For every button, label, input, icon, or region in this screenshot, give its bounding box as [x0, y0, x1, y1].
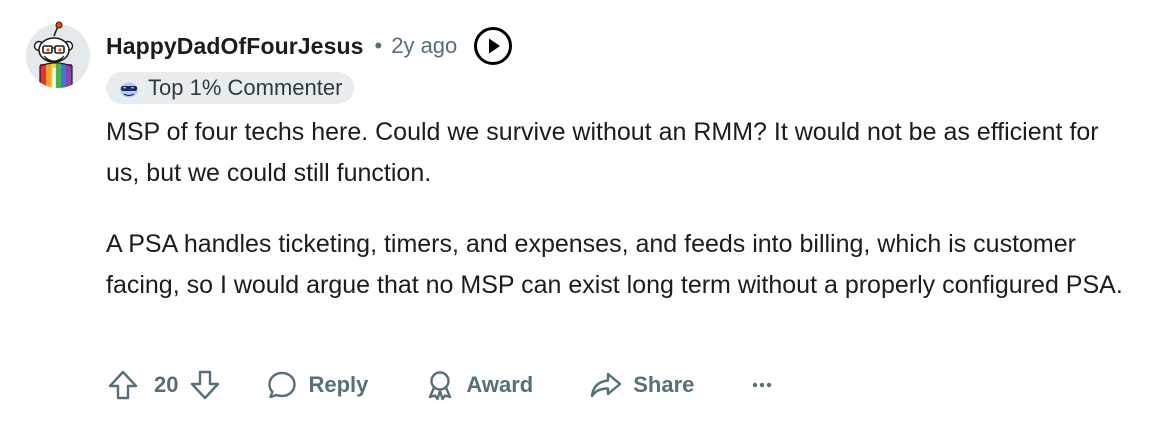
play-circle-icon: [474, 27, 513, 65]
share-button[interactable]: Share: [589, 369, 694, 401]
more-options-button[interactable]: [750, 373, 784, 397]
downvote-button[interactable]: [188, 368, 222, 402]
vote-score: 20: [154, 372, 179, 397]
comment-header: HappyDadOfFourJesus • 2y ago: [106, 26, 513, 66]
share-arrow-icon: [591, 372, 622, 398]
comment-paragraph: A PSA handles ticketing, timers, and exp…: [106, 230, 1123, 299]
user-avatar[interactable]: [26, 20, 90, 88]
snoo-avatar-icon: [33, 21, 74, 88]
vote-controls: 20: [106, 368, 222, 402]
award-button[interactable]: Award: [424, 369, 533, 401]
sunglasses-snoo-icon: [120, 82, 138, 98]
comment-timestamp[interactable]: 2y ago: [391, 33, 457, 59]
flair-text: Top 1% Commenter: [148, 75, 343, 100]
more-dots-icon: [753, 382, 772, 388]
award-label: Award: [466, 372, 534, 397]
comment-actions: 20 Reply Award Share: [106, 364, 784, 406]
comment-body: MSP of four techs here. Could we survive…: [106, 112, 1136, 305]
play-audio-button[interactable]: [473, 26, 513, 66]
author-username[interactable]: HappyDadOfFourJesus: [106, 33, 364, 60]
reply-bubble-icon: [268, 371, 297, 399]
reply-label: Reply: [308, 372, 369, 397]
comment: HappyDadOfFourJesus • 2y ago Top 1% Comm…: [0, 0, 1162, 432]
upvote-button[interactable]: [106, 368, 140, 402]
share-label: Share: [633, 372, 695, 397]
upvote-arrow-icon: [108, 370, 138, 400]
award-medal-icon: [429, 371, 452, 401]
comment-paragraph: MSP of four techs here. Could we survive…: [106, 118, 1099, 187]
user-flair-badge: Top 1% Commenter: [106, 72, 355, 104]
reply-button[interactable]: Reply: [266, 369, 368, 401]
downvote-arrow-icon: [191, 370, 220, 400]
meta-separator: •: [374, 33, 383, 58]
